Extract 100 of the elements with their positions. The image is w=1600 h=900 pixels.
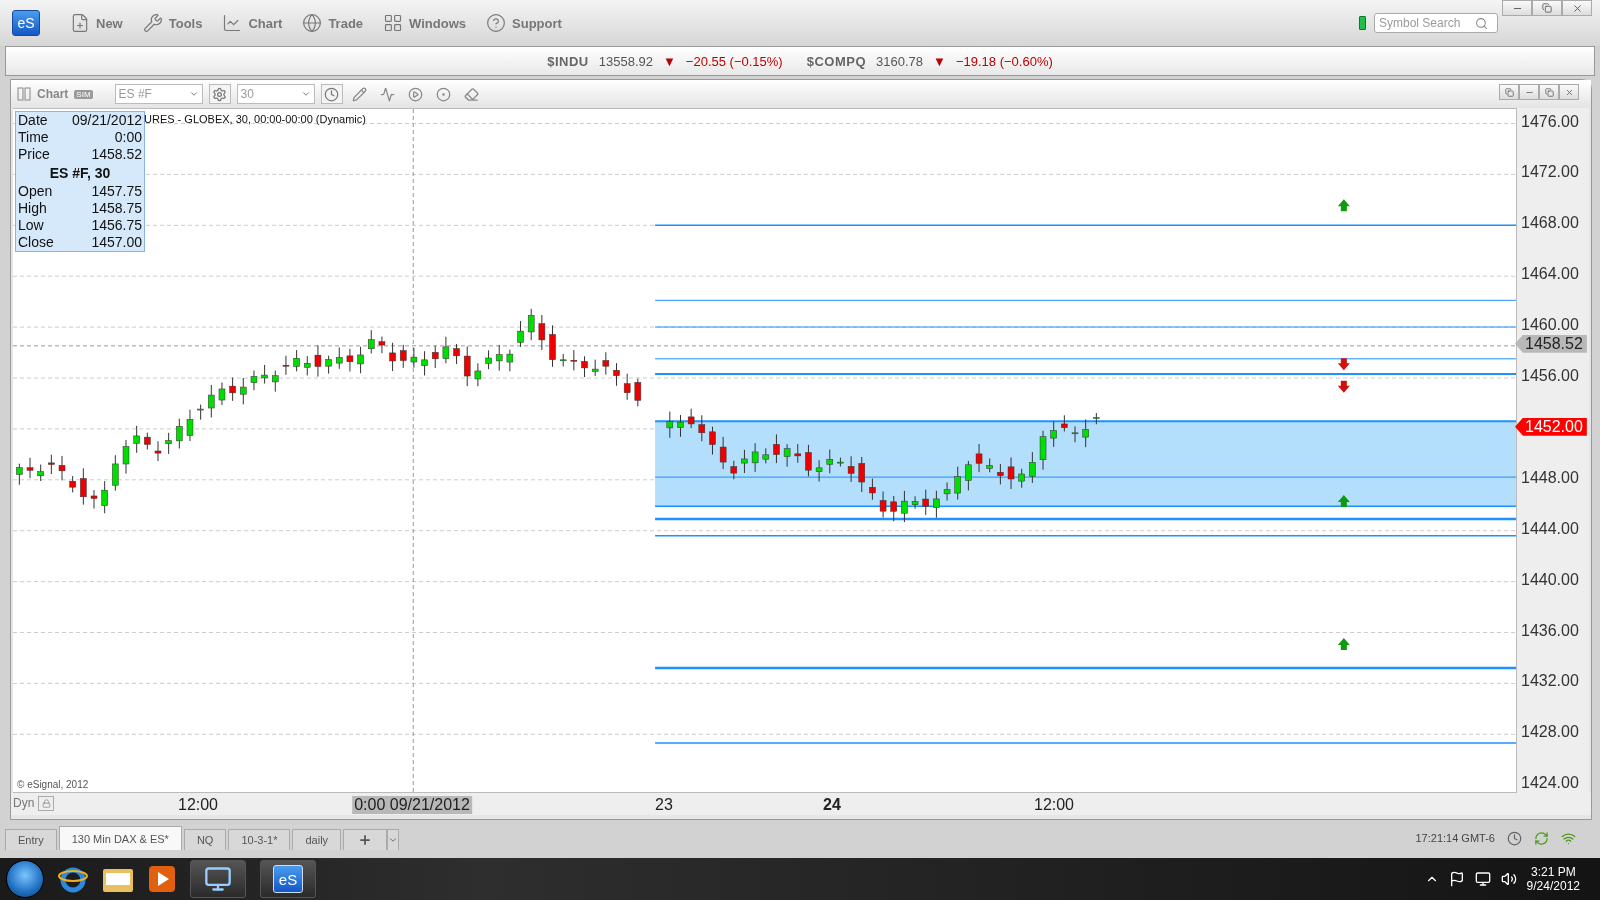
candlestick: [794, 443, 802, 464]
data-value: 1456.75: [91, 217, 142, 234]
close-button[interactable]: [1559, 84, 1579, 100]
price-axis-label: 1424.00: [1521, 774, 1579, 793]
clock-button[interactable]: [320, 84, 343, 104]
refresh-icon[interactable]: [1534, 830, 1549, 846]
close-icon: [1571, 2, 1583, 14]
media-player-icon[interactable]: [148, 865, 176, 893]
data-label: High: [18, 200, 47, 217]
page-tab[interactable]: daily: [292, 829, 342, 850]
toolbar-button[interactable]: New: [62, 9, 131, 37]
scale-mode-label: Dyn: [13, 796, 35, 810]
gear-button[interactable]: [208, 84, 231, 104]
candlestick: [869, 478, 876, 501]
candlestick: [1007, 456, 1015, 490]
candlestick: [506, 349, 514, 372]
play-icon: [408, 86, 424, 102]
chart-title: Chart: [37, 87, 69, 101]
candlestick: [719, 436, 727, 470]
start-button[interactable]: [6, 860, 44, 898]
candlestick: [58, 455, 66, 481]
data-value: 1458.52: [91, 146, 142, 163]
page-tab[interactable]: 130 Min DAX & ES*: [58, 826, 182, 850]
toolbar-button[interactable]: Windows: [375, 9, 474, 37]
window-grid-icon: [383, 13, 404, 33]
connection-indicator: [1359, 16, 1366, 30]
price-axis-label: 1432.00: [1521, 672, 1579, 691]
ticker-change: −20.55 (−0.15%): [685, 53, 783, 69]
close-button[interactable]: [1562, 0, 1592, 16]
price-axis-label: 1464.00: [1521, 265, 1579, 284]
interval-dropdown[interactable]: 30: [236, 84, 315, 104]
candlestick: [357, 346, 364, 374]
candlestick: [453, 343, 460, 365]
toolbar-button[interactable]: Trade: [294, 9, 372, 37]
clock-icon[interactable]: [1507, 830, 1522, 846]
candlestick: [549, 324, 556, 368]
globe-icon: [302, 13, 323, 33]
candlestick: [208, 384, 215, 418]
restore-button[interactable]: [1539, 84, 1559, 100]
page-tab[interactable]: Entry: [5, 829, 57, 850]
signal-icon[interactable]: [1561, 830, 1576, 846]
candlestick: [666, 411, 674, 439]
network-icon[interactable]: [1474, 871, 1491, 887]
candlestick: [602, 351, 610, 376]
page-tab[interactable]: NQ: [183, 829, 227, 850]
monitor-icon: [204, 865, 232, 893]
app-logo[interactable]: eS: [12, 10, 40, 36]
time-axis-label: 23: [654, 796, 674, 814]
last-price-marker: 1452.00: [1515, 417, 1587, 436]
candlestick: [1071, 425, 1079, 443]
candlestick: [1050, 420, 1057, 448]
candlestick: [538, 314, 546, 351]
minimize-button[interactable]: [1519, 84, 1539, 100]
volume-icon[interactable]: [1500, 871, 1517, 887]
candlestick: [741, 449, 748, 474]
restore-button[interactable]: [1532, 0, 1562, 16]
data-label: Close: [18, 234, 54, 251]
data-label: Open: [18, 183, 53, 200]
toolbar-button[interactable]: Tools: [134, 9, 211, 37]
candlestick: [858, 456, 865, 493]
candlestick: [517, 320, 524, 348]
price-axis-label: 1472.00: [1521, 163, 1579, 182]
flag-icon[interactable]: [1448, 871, 1465, 887]
price-axis-label: 1460.00: [1521, 316, 1579, 335]
add-tab-button[interactable]: [343, 829, 388, 850]
file-plus-icon: [70, 13, 90, 33]
candlestick: [890, 495, 897, 522]
candlestick: [122, 439, 130, 475]
chart-legend: URES - GLOBEX, 30, 00:00-00:00 (Dynamic): [144, 113, 366, 125]
candlestick: [250, 370, 258, 391]
taskbar-app-button[interactable]: eS: [260, 860, 316, 898]
candlestick: [69, 475, 76, 493]
candlestick: [368, 329, 375, 354]
candlestick: [186, 409, 194, 442]
candlestick: [805, 444, 812, 477]
eraser-icon: [464, 86, 480, 102]
symbol-dropdown[interactable]: ES #F: [114, 84, 203, 104]
page-tab[interactable]: 10-3-1*: [228, 829, 291, 850]
symbol-search-field[interactable]: Symbol Search: [1374, 13, 1498, 33]
link-button[interactable]: [1499, 84, 1519, 100]
candlestick: [37, 464, 44, 482]
candlestick: [581, 355, 588, 378]
down-arrow-icon: [1337, 358, 1350, 371]
minimize-button[interactable]: [1502, 0, 1532, 16]
up-arrow-icon: [1337, 637, 1350, 650]
data-label: Low: [18, 217, 44, 234]
candlestick: [432, 345, 439, 369]
pencil-icon: [352, 86, 368, 102]
candlestick: [591, 359, 599, 377]
candlestick: [965, 460, 972, 491]
data-label: Time: [18, 129, 49, 146]
taskbar-app-button[interactable]: [190, 860, 246, 898]
toolbar-button[interactable]: Chart: [214, 9, 291, 37]
candlestick: [474, 362, 482, 387]
down-arrow-icon: [1337, 380, 1350, 393]
candlestick: [261, 364, 268, 384]
candlestick: [815, 459, 823, 483]
lock-button[interactable]: [38, 796, 54, 811]
candlestick: [133, 425, 140, 454]
toolbar-button[interactable]: Support: [478, 9, 570, 37]
